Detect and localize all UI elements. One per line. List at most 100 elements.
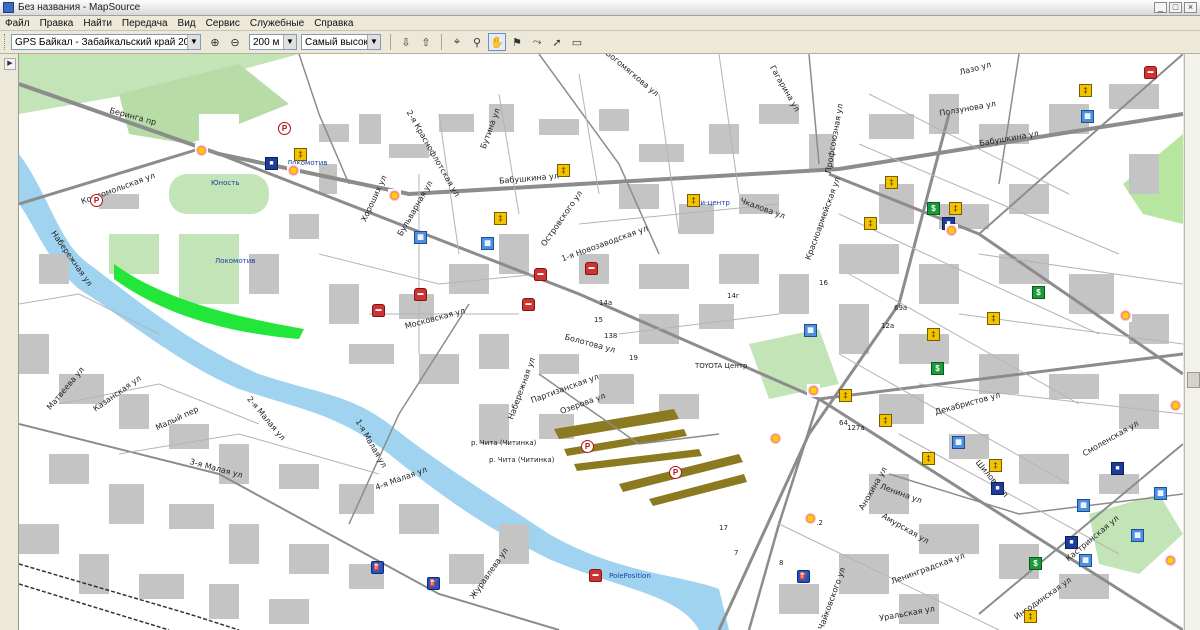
menu-bar: Файл Правка Найти Передача Вид Сервис Сл… <box>0 16 1200 31</box>
place-label: р. Чита (Читинка) <box>489 456 555 464</box>
shop-icon[interactable]: ▦ <box>1079 554 1092 567</box>
toolbar-separator <box>441 34 442 50</box>
menu-view[interactable]: Вид <box>173 18 201 29</box>
house-number: 12а <box>881 322 895 330</box>
traffic-light-icon[interactable] <box>769 432 782 445</box>
shop-icon[interactable]: ▦ <box>1081 110 1094 123</box>
parking-icon[interactable]: P <box>278 122 291 135</box>
place-label: PolePosition <box>609 572 651 580</box>
traffic-light-icon[interactable] <box>1119 309 1132 322</box>
zoom-out-button[interactable]: ⊖ <box>226 33 244 51</box>
route-tool-button[interactable]: ⤳ <box>528 33 546 51</box>
detail-value: Самый высокий <box>305 36 367 48</box>
restaurant-icon[interactable]: ‡ <box>922 452 935 465</box>
zoom-tool-button[interactable]: ⚲ <box>468 33 486 51</box>
restaurant-icon[interactable]: ‡ <box>1079 84 1092 97</box>
expand-panel-button[interactable]: ▶ <box>4 58 16 70</box>
parking-icon[interactable]: P <box>581 440 594 453</box>
minimize-button[interactable]: _ <box>1154 2 1167 13</box>
map-product-select[interactable]: GPS Байкал - Забайкальский край 2009 NT … <box>11 34 201 50</box>
restaurant-icon[interactable]: ‡ <box>927 328 940 341</box>
parking-icon[interactable]: P <box>669 466 682 479</box>
parking-icon[interactable]: P <box>90 194 103 207</box>
stadium-field <box>179 234 239 304</box>
menu-file[interactable]: Файл <box>0 18 35 29</box>
bus-stop-icon[interactable]: ■ <box>265 157 278 170</box>
restaurant-icon[interactable]: ‡ <box>864 217 877 230</box>
scale-value: 200 м <box>253 36 280 48</box>
car-service-icon[interactable]: ▬ <box>522 298 535 311</box>
menu-tools[interactable]: Сервис <box>201 18 245 29</box>
car-service-icon[interactable]: ▬ <box>372 304 385 317</box>
restaurant-icon[interactable]: ‡ <box>949 202 962 215</box>
restaurant-icon[interactable]: ‡ <box>885 176 898 189</box>
restaurant-icon[interactable]: ‡ <box>494 212 507 225</box>
bank-icon[interactable]: $ <box>931 362 944 375</box>
shop-icon[interactable]: ▦ <box>1131 529 1144 542</box>
traffic-light-icon[interactable] <box>287 164 300 177</box>
scroll-thumb[interactable] <box>1187 372 1200 388</box>
shop-icon[interactable]: ▦ <box>414 231 427 244</box>
map-canvas[interactable]: Беринга пр Комсомольская ул Набережная у… <box>19 54 1183 630</box>
bus-stop-icon[interactable]: ■ <box>1065 536 1078 549</box>
bus-stop-icon[interactable]: ■ <box>1111 462 1124 475</box>
send-to-device-button[interactable]: ⇧ <box>417 33 435 51</box>
menu-transfer[interactable]: Передача <box>117 18 173 29</box>
place-label: р. Чита (Читинка) <box>471 439 537 447</box>
waypoint-tool-button[interactable]: ⚑ <box>508 33 526 51</box>
close-button[interactable]: × <box>1184 2 1197 13</box>
restaurant-icon[interactable]: ‡ <box>1024 610 1037 623</box>
menu-edit[interactable]: Правка <box>35 18 79 29</box>
traffic-light-icon[interactable] <box>195 144 208 157</box>
car-service-icon[interactable]: ▬ <box>585 262 598 275</box>
map-select-icon: ⌖ <box>453 35 461 48</box>
zoom-in-icon: ⊕ <box>210 36 220 49</box>
toolbar-grip[interactable] <box>4 34 8 50</box>
car-service-icon[interactable]: ▬ <box>534 268 547 281</box>
shop-icon[interactable]: ▦ <box>481 237 494 250</box>
traffic-light-icon[interactable] <box>1169 399 1182 412</box>
bus-stop-icon[interactable]: ■ <box>991 482 1004 495</box>
shop-icon[interactable]: ▦ <box>804 324 817 337</box>
arrow-cursor-icon: ➚ <box>552 36 562 49</box>
traffic-light-icon[interactable] <box>388 189 401 202</box>
fuel-station-icon[interactable]: ⛽ <box>797 570 810 583</box>
fuel-station-icon[interactable]: ⛽ <box>427 577 440 590</box>
distance-tool-button[interactable]: ▭ <box>568 33 586 51</box>
shop-icon[interactable]: ▦ <box>952 436 965 449</box>
menu-help[interactable]: Справка <box>309 18 358 29</box>
shop-icon[interactable]: ▦ <box>1077 499 1090 512</box>
zoom-in-button[interactable]: ⊕ <box>206 33 224 51</box>
restaurant-icon[interactable]: ‡ <box>987 312 1000 325</box>
bank-icon[interactable]: $ <box>1032 286 1045 299</box>
restaurant-icon[interactable]: ‡ <box>989 459 1002 472</box>
menu-utilities[interactable]: Служебные <box>245 18 309 29</box>
car-service-icon[interactable]: ▬ <box>589 569 602 582</box>
receive-from-device-icon: ⇩ <box>401 36 411 49</box>
bank-icon[interactable]: $ <box>1029 557 1042 570</box>
car-service-icon[interactable]: ▬ <box>1144 66 1157 79</box>
traffic-light-icon[interactable] <box>1164 554 1177 567</box>
maximize-button[interactable]: □ <box>1169 2 1182 13</box>
receive-from-device-button[interactable]: ⇩ <box>397 33 415 51</box>
shop-icon[interactable]: ▦ <box>1154 487 1167 500</box>
hand-tool-button[interactable]: ✋ <box>488 33 506 51</box>
map-tool-button[interactable]: ⌖ <box>448 33 466 51</box>
restaurant-icon[interactable]: ‡ <box>839 389 852 402</box>
restaurant-icon[interactable]: ‡ <box>294 148 307 161</box>
menu-find[interactable]: Найти <box>78 18 117 29</box>
vertical-scrollbar[interactable] <box>1184 54 1200 630</box>
restaurant-icon[interactable]: ‡ <box>879 414 892 427</box>
traffic-light-icon[interactable] <box>804 512 817 525</box>
fuel-station-icon[interactable]: ⛽ <box>371 561 384 574</box>
car-service-icon[interactable]: ▬ <box>414 288 427 301</box>
selection-tool-button[interactable]: ➚ <box>548 33 566 51</box>
traffic-light-icon[interactable] <box>807 384 820 397</box>
restaurant-icon[interactable]: ‡ <box>557 164 570 177</box>
restaurant-icon[interactable]: ‡ <box>687 194 700 207</box>
house-number: 69а <box>894 304 908 312</box>
scale-select[interactable]: 200 м ▼ <box>249 34 297 50</box>
detail-select[interactable]: Самый высокий ▼ <box>301 34 381 50</box>
traffic-light-icon[interactable] <box>945 224 958 237</box>
bank-icon[interactable]: $ <box>927 202 940 215</box>
